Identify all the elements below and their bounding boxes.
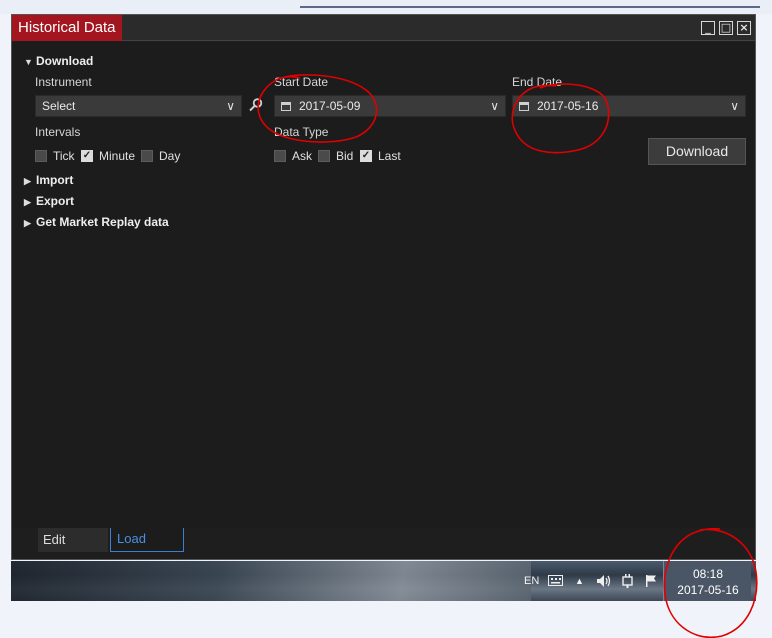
chevron-down-icon: ∨ xyxy=(730,99,739,113)
download-button[interactable]: Download xyxy=(648,138,746,165)
calendar-icon xyxy=(519,102,529,111)
tab-edit[interactable]: Edit xyxy=(38,528,108,552)
triangle-collapsed-icon: ▶ xyxy=(24,218,31,228)
tab-load[interactable]: Load xyxy=(110,528,184,552)
checkbox-tick[interactable] xyxy=(35,150,47,162)
intervals-label: Intervals xyxy=(35,125,81,139)
desktop-background xyxy=(0,0,772,14)
end-date-label: End Date xyxy=(512,75,563,89)
checkbox-day-label: Day xyxy=(159,149,181,163)
checkbox-ask[interactable] xyxy=(274,150,286,162)
checkbox-last-label: Last xyxy=(378,149,401,163)
taskbar-wallpaper xyxy=(11,561,531,601)
section-import-label: Import xyxy=(36,173,74,187)
flag-icon[interactable] xyxy=(645,574,659,588)
keyboard-icon[interactable] xyxy=(548,575,563,586)
checkbox-last[interactable]: ✓ xyxy=(360,150,372,162)
instrument-select-value: Select xyxy=(42,99,76,113)
end-date-picker[interactable]: 2017-05-16 ∨ xyxy=(512,95,746,117)
instrument-select[interactable]: Select ∨ xyxy=(35,95,242,117)
start-date-value: 2017-05-09 xyxy=(299,99,361,113)
clock-date: 2017-05-16 xyxy=(677,583,739,597)
checkbox-tick-label: Tick xyxy=(53,149,75,163)
system-clock[interactable]: 08:18 2017-05-16 xyxy=(663,561,751,601)
clock-time: 08:18 xyxy=(692,567,724,581)
tray-arrow-icon[interactable]: ▲ xyxy=(575,561,584,601)
start-date-label: Start Date xyxy=(274,75,329,89)
checkbox-minute[interactable]: ✓ xyxy=(81,150,93,162)
checkbox-bid[interactable] xyxy=(318,150,330,162)
title-bar[interactable]: Historical Data _ □ × xyxy=(12,15,755,41)
section-import[interactable]: ▶ Import xyxy=(24,173,73,187)
data-type-label: Data Type xyxy=(274,125,329,139)
section-export[interactable]: ▶ Export xyxy=(24,194,74,208)
window-content: ▼ Download Instrument Select ∨ Start Date… xyxy=(12,42,755,528)
section-download[interactable]: ▼ Download xyxy=(24,54,93,68)
chevron-down-icon: ∨ xyxy=(226,99,235,113)
section-download-label: Download xyxy=(36,54,94,68)
language-indicator[interactable]: EN xyxy=(524,561,539,601)
triangle-collapsed-icon: ▶ xyxy=(24,197,31,207)
calendar-icon xyxy=(281,102,291,111)
start-date-picker[interactable]: 2017-05-09 ∨ xyxy=(274,95,506,117)
search-icon[interactable] xyxy=(248,97,264,113)
historical-data-window: Historical Data _ □ × ▼ Download Instrume… xyxy=(11,14,756,560)
close-button[interactable]: × xyxy=(737,21,751,35)
checkbox-day[interactable] xyxy=(141,150,153,162)
section-market-replay[interactable]: ▶ Get Market Replay data xyxy=(24,215,169,229)
window-title: Historical Data xyxy=(12,15,122,41)
checkbox-ask-label: Ask xyxy=(292,149,313,163)
instrument-label: Instrument xyxy=(35,75,92,89)
checkbox-minute-label: Minute xyxy=(99,149,136,163)
volume-icon[interactable] xyxy=(596,574,612,588)
taskbar: EN ▲ 08:18 2017-05-16 xyxy=(11,561,756,601)
maximize-button[interactable]: □ xyxy=(719,21,733,35)
chevron-down-icon: ∨ xyxy=(490,99,499,113)
triangle-collapsed-icon: ▶ xyxy=(24,176,31,186)
power-icon[interactable] xyxy=(621,573,634,589)
end-date-value: 2017-05-16 xyxy=(537,99,599,113)
section-export-label: Export xyxy=(36,194,75,208)
triangle-expanded-icon: ▼ xyxy=(24,57,33,67)
checkbox-bid-label: Bid xyxy=(336,149,354,163)
section-market-replay-label: Get Market Replay data xyxy=(36,215,169,229)
minimize-button[interactable]: _ xyxy=(701,21,715,35)
